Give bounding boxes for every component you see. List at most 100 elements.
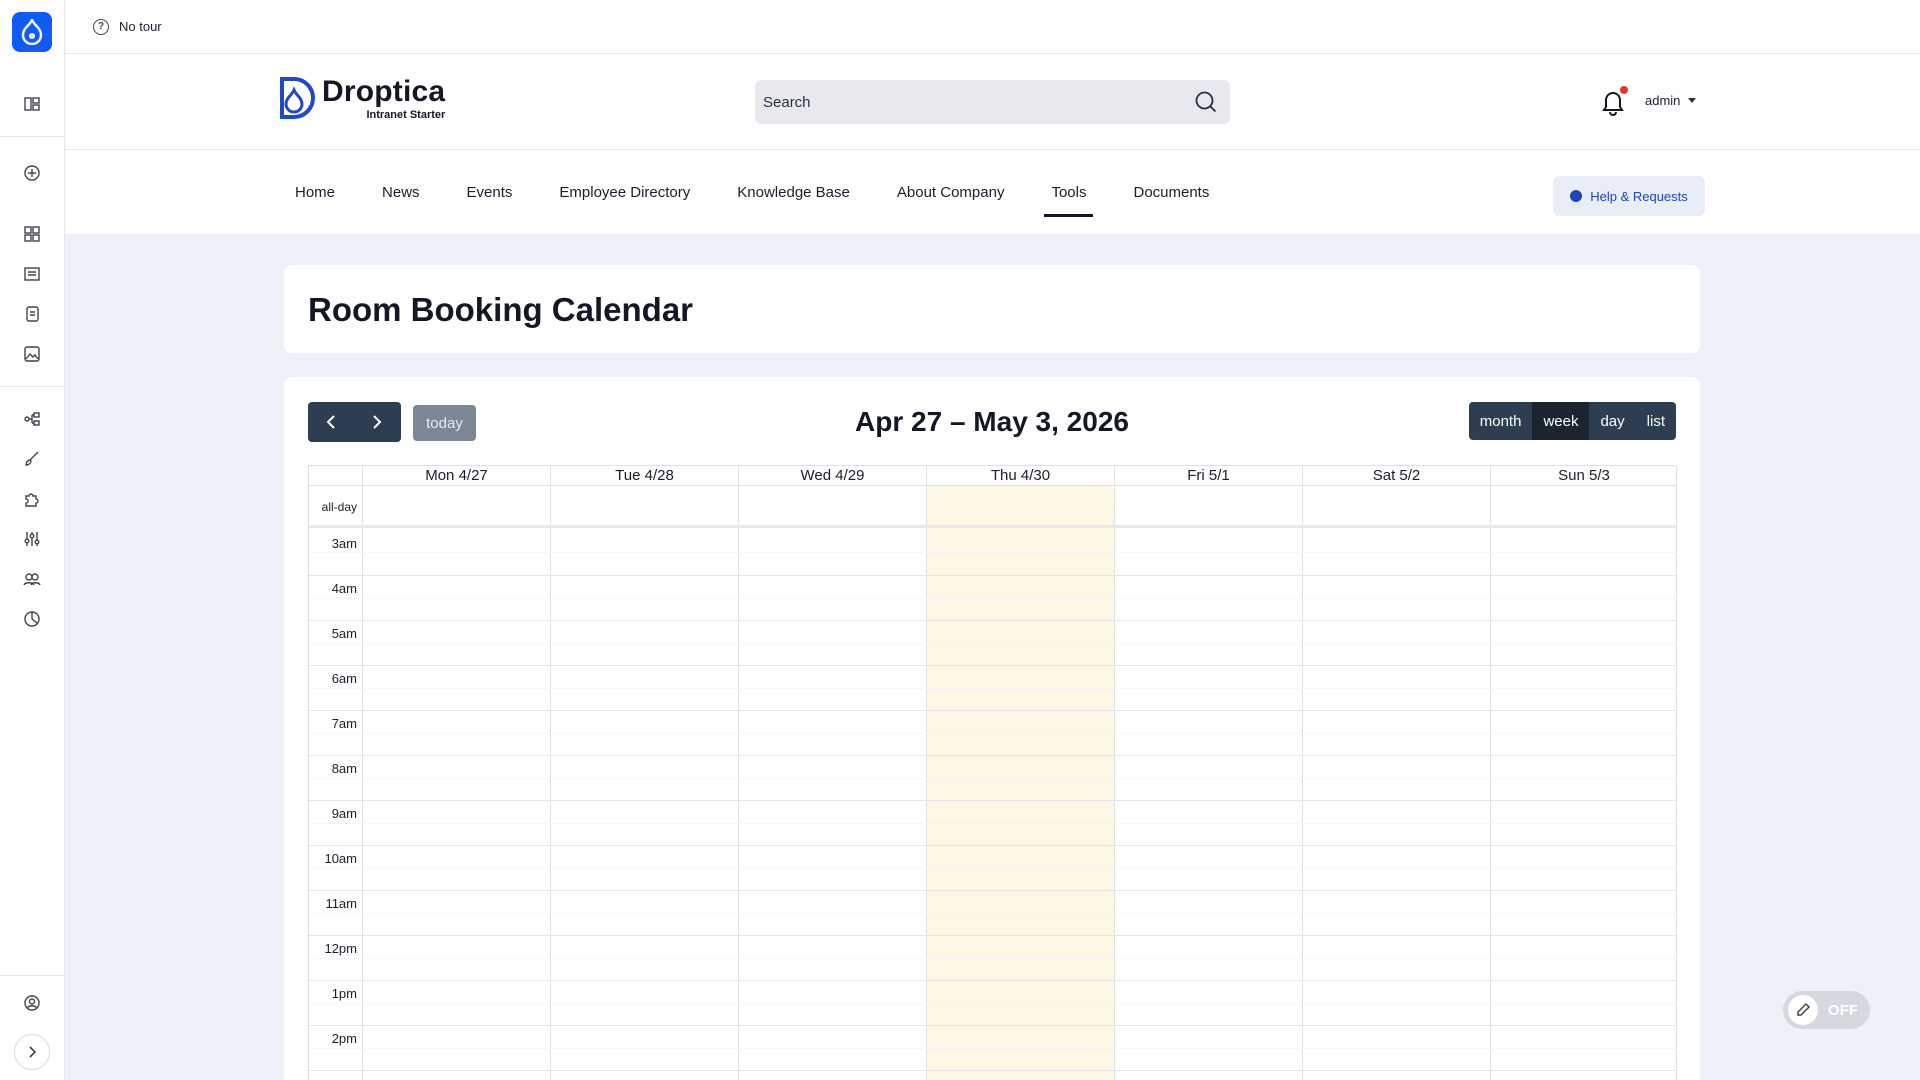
nav-knowledge-base[interactable]: Knowledge Base	[730, 150, 857, 234]
tour-label[interactable]: No tour	[119, 19, 162, 34]
admin-toolbar	[0, 0, 65, 1080]
nav-tools[interactable]: Tools	[1044, 150, 1094, 234]
time-slot[interactable]	[309, 621, 1677, 644]
all-day-label: all-day	[321, 500, 357, 514]
day-header[interactable]: Thu 4/30	[926, 466, 1114, 486]
day-header[interactable]: Tue 4/28	[550, 466, 738, 486]
time-slot[interactable]	[309, 846, 1677, 869]
view-list-button[interactable]: list	[1636, 402, 1676, 440]
notifications-bell-icon[interactable]	[1600, 86, 1628, 116]
time-label: 10am	[324, 851, 357, 866]
edit-mode-toggle[interactable]: OFF	[1783, 991, 1870, 1029]
files-icon[interactable]	[20, 302, 44, 326]
page-title-card: Room Booking Calendar	[284, 265, 1700, 353]
help-icon	[1570, 190, 1583, 202]
time-slot[interactable]	[309, 1049, 1677, 1071]
time-slot[interactable]	[309, 553, 1677, 576]
nav-about-company[interactable]: About Company	[890, 150, 1012, 234]
time-slot[interactable]	[309, 756, 1677, 779]
calendar-toolbar: today Apr 27 – May 3, 2026 month week da…	[308, 402, 1676, 442]
day-header[interactable]: Sat 5/2	[1302, 466, 1490, 486]
site-header: Droptica Intranet Starter admin	[65, 54, 1920, 150]
time-slot[interactable]	[309, 644, 1677, 666]
time-slot[interactable]	[309, 936, 1677, 959]
notification-dot	[1620, 86, 1628, 94]
day-header[interactable]: Sun 5/3	[1490, 466, 1677, 486]
view-day-button[interactable]: day	[1589, 402, 1635, 440]
nav-documents[interactable]: Documents	[1126, 150, 1216, 234]
day-header[interactable]: Fri 5/1	[1114, 466, 1302, 486]
people-icon[interactable]	[20, 567, 44, 591]
chevron-right-icon	[29, 1046, 37, 1058]
logo-subtitle: Intranet Starter	[366, 109, 446, 121]
nav-employee-directory[interactable]: Employee Directory	[552, 150, 697, 234]
user-account-icon[interactable]	[20, 991, 44, 1015]
view-week-button[interactable]: week	[1532, 402, 1590, 440]
logo-name: Droptica	[322, 75, 446, 108]
search-icon[interactable]	[1194, 90, 1218, 114]
workflow-icon[interactable]	[20, 407, 44, 431]
time-label: 4am	[331, 581, 357, 596]
time-label: 7am	[331, 716, 357, 731]
day-header[interactable]: Wed 4/29	[738, 466, 926, 486]
time-slot[interactable]	[309, 801, 1677, 824]
help-circle-icon: ?	[93, 18, 109, 35]
all-day-row[interactable]: all-day	[309, 486, 1677, 528]
calendar-view-switcher: month week day list	[1468, 402, 1676, 440]
content-list-icon[interactable]	[20, 262, 44, 286]
time-slot[interactable]	[309, 734, 1677, 756]
page-title: Room Booking Calendar	[308, 291, 694, 328]
appearance-brush-icon[interactable]	[20, 447, 44, 471]
time-slot[interactable]	[309, 666, 1677, 689]
add-content-icon[interactable]	[20, 161, 44, 185]
time-slot[interactable]	[309, 531, 1677, 553]
search-input[interactable]	[763, 93, 1163, 111]
reports-icon[interactable]	[20, 607, 44, 631]
calendar-card: today Apr 27 – May 3, 2026 month week da…	[284, 377, 1700, 1080]
time-label: 12pm	[324, 941, 357, 956]
main-nav: Home News Events Employee Directory Know…	[65, 150, 1920, 234]
time-label: 6am	[331, 671, 357, 686]
time-slot[interactable]	[309, 914, 1677, 936]
day-header-row: Mon 4/27 Tue 4/28 Wed 4/29 Thu 4/30 Fri …	[309, 466, 1677, 486]
time-slot[interactable]	[309, 599, 1677, 621]
time-label: 9am	[331, 806, 357, 821]
extend-puzzle-icon[interactable]	[20, 487, 44, 511]
time-slot[interactable]	[309, 711, 1677, 734]
tour-bar: ? No tour	[65, 0, 1920, 54]
time-slot[interactable]	[309, 824, 1677, 846]
time-slot[interactable]	[309, 981, 1677, 1004]
media-icon[interactable]	[20, 342, 44, 366]
day-header[interactable]: Mon 4/27	[362, 466, 550, 486]
pencil-icon	[1788, 995, 1818, 1025]
nav-news[interactable]: News	[375, 150, 427, 234]
nav-events[interactable]: Events	[460, 150, 520, 234]
user-menu[interactable]: admin	[1645, 93, 1697, 108]
time-slot[interactable]	[309, 689, 1677, 711]
nav-home[interactable]: Home	[288, 150, 342, 234]
droptica-logo-icon	[280, 77, 315, 119]
time-slot[interactable]	[309, 1004, 1677, 1026]
time-slot[interactable]	[309, 1026, 1677, 1049]
time-slot[interactable]	[309, 891, 1677, 914]
configuration-sliders-icon[interactable]	[20, 527, 44, 551]
time-label: 2pm	[331, 1031, 357, 1046]
time-slot[interactable]	[309, 959, 1677, 981]
drupal-logo-icon[interactable]	[12, 12, 52, 52]
time-label: 11am	[325, 896, 357, 911]
help-requests-button[interactable]: Help & Requests	[1553, 176, 1705, 216]
expand-toolbar-button[interactable]	[14, 1034, 50, 1070]
caret-down-icon	[1688, 98, 1697, 103]
time-label: 3am	[331, 536, 357, 551]
site-logo[interactable]: Droptica Intranet Starter	[278, 76, 445, 121]
structure-icon[interactable]	[20, 222, 44, 246]
time-slot[interactable]	[309, 869, 1677, 891]
time-slot[interactable]	[309, 576, 1677, 599]
time-label: 8am	[331, 761, 357, 776]
user-name: admin	[1645, 93, 1681, 108]
calendar-week-grid: Mon 4/27 Tue 4/28 Wed 4/29 Thu 4/30 Fri …	[308, 465, 1677, 1080]
time-label: 1pm	[331, 986, 357, 1001]
view-month-button[interactable]: month	[1469, 402, 1533, 440]
time-slot[interactable]	[309, 779, 1677, 801]
dashboard-icon[interactable]	[20, 92, 44, 116]
